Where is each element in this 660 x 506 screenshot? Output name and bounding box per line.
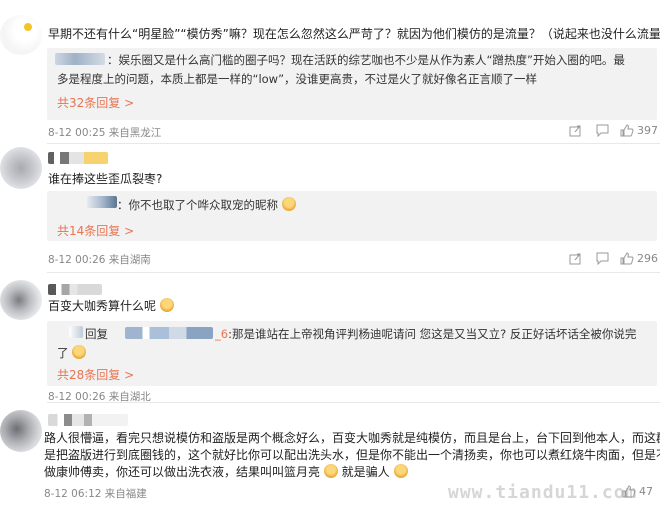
emoji-icon (159, 298, 174, 312)
reply-text: ：你不也取了个哗众取宠的昵称 (117, 195, 296, 215)
comment-body: 做康帅傅卖，你还可以做出洗衣液，结果叫叫篮月亮 (44, 465, 321, 479)
like-button[interactable]: 296 (620, 252, 658, 265)
reply-box: ：你不也取了个哗众取宠的昵称 共14条回复 > (47, 191, 657, 241)
like-icon (620, 124, 634, 137)
like-count: 47 (639, 485, 653, 498)
comment-text: 做康帅傅卖，你还可以做出洗衣液，结果叫叫篮月亮 就是骗人 (44, 464, 408, 481)
watermark: www.tiandu11.com (448, 482, 638, 503)
comment-text: 谁在捧这些歪瓜裂枣? (48, 172, 163, 186)
avatar[interactable] (0, 410, 42, 452)
reply-username[interactable]: _6 (215, 327, 228, 341)
like-icon (622, 485, 636, 498)
avatar[interactable] (0, 15, 42, 55)
blurred-username (87, 196, 117, 208)
share-icon (569, 253, 581, 265)
reply-body: ：你不也取了个哗众取宠的昵称 (117, 198, 278, 212)
comment-body: 就是骗人 (341, 465, 390, 479)
comment-button[interactable] (596, 252, 609, 265)
share-button[interactable] (569, 252, 582, 265)
like-count: 296 (637, 252, 658, 265)
share-icon (569, 125, 581, 137)
divider (47, 402, 660, 403)
comment-meta: 8-12 06:12 来自福建 (44, 488, 147, 500)
like-icon (620, 252, 634, 265)
comment-button[interactable] (596, 124, 609, 137)
more-replies-link[interactable]: 共28条回复 > (57, 366, 134, 383)
emoji-icon (281, 197, 296, 211)
reply-body: 了 (57, 346, 69, 360)
reply-text: _6:那是谁站在上帝视角评判杨迪呢请问 您这是又当又立? 反正好话坏话全被你说完 (215, 324, 636, 344)
reply-box: ：娱乐圈又是什么高门槛的圈子吗？现在活跃的综艺咖也不少是从作为素人“蹭热度”开始… (47, 48, 657, 120)
avatar[interactable] (0, 147, 42, 189)
like-button[interactable]: 397 (620, 124, 658, 137)
blurred-username (55, 53, 105, 65)
blurred-username (48, 284, 102, 295)
blurred-username (48, 414, 128, 426)
avatar[interactable] (0, 280, 42, 320)
emoji-icon (72, 345, 87, 359)
reply-body: :那是谁站在上帝视角评判杨迪呢请问 您这是又当又立? 反正好话坏话全被你说完 (228, 327, 637, 341)
reply-text: ：娱乐圈又是什么高门槛的圈子吗？现在活跃的综艺咖也不少是从作为素人“蹭热度”开始… (107, 53, 625, 67)
emoji-icon (393, 464, 408, 478)
more-replies-link[interactable]: 共32条回复 > (57, 94, 134, 111)
blurred-username (69, 326, 83, 338)
comment-text: 是把盗版进行到底圈钱的，这个就好比你可以配出洗头水，但是你不能出一个清扬卖，你也… (44, 448, 660, 462)
divider (47, 272, 660, 273)
comment-text: 百变大咖秀算什么呢 (48, 298, 174, 315)
comment-text: 路人很懵逼，看完只想说模仿和盗版是两个概念好么，百变大咖秀就是纯模仿，而且是台上… (44, 431, 660, 445)
reply-text: 多是程度上的问题，本质上都是一样的“low”，没谁更高贵，不过是火了就好像名正言… (57, 72, 538, 86)
blurred-username (125, 327, 213, 339)
comment-icon (596, 252, 609, 265)
divider (47, 143, 660, 144)
like-button[interactable]: 47 (622, 485, 653, 498)
like-count: 397 (637, 124, 658, 137)
comment-meta: 8-12 00:25 来自黑龙江 (48, 127, 162, 139)
blurred-username (48, 152, 108, 164)
comment-body: 百变大咖秀算什么呢 (48, 299, 157, 313)
reply-prefix: 回复 (85, 327, 108, 341)
comment-text: 早期不还有什么“明星脸”“模仿秀”嘛？现在怎么忽然这么严苛了？就因为他们模仿的是… (48, 27, 660, 41)
emoji-icon (323, 464, 338, 478)
reply-text: 了 (57, 343, 87, 363)
comment-meta: 8-12 00:26 来自湖南 (48, 254, 151, 266)
comment-icon (596, 124, 609, 137)
share-button[interactable] (569, 124, 582, 137)
reply-box: 回复 _6:那是谁站在上帝视角评判杨迪呢请问 您这是又当又立? 反正好话坏话全被… (47, 321, 657, 386)
more-replies-link[interactable]: 共14条回复 > (57, 222, 134, 239)
